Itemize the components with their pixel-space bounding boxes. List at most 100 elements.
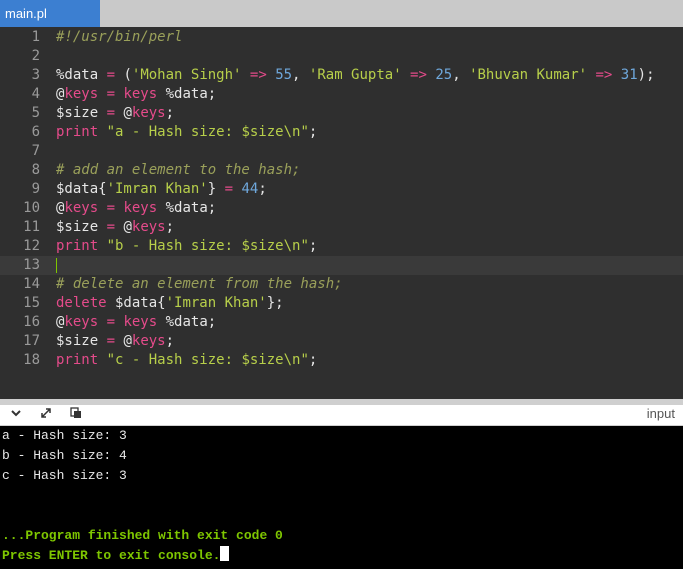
code-line[interactable]: 8 # add an element to the hash; — [0, 161, 683, 180]
code-token: $data{ — [56, 181, 107, 197]
code-token: 'Bhuvan Kumar' — [469, 67, 588, 83]
code-line[interactable]: 10 @keys = keys %data; — [0, 199, 683, 218]
code-token: , — [452, 67, 470, 83]
code-token: 'Ram Gupta' — [308, 67, 402, 83]
code-line[interactable]: 15 delete $data{'Imran Khan'}; — [0, 294, 683, 313]
code-token: @ — [123, 333, 132, 349]
code-token: print — [56, 238, 99, 254]
code-line[interactable]: 1 #!/usr/bin/perl — [0, 28, 683, 47]
code-token: keys — [123, 314, 158, 330]
code-line[interactable]: 4 @keys = keys %data; — [0, 85, 683, 104]
code-line[interactable]: 13 — [0, 256, 683, 275]
code-text: # delete an element from the hash; — [56, 275, 343, 294]
line-number: 12 — [23, 238, 40, 254]
code-line[interactable]: 14 # delete an element from the hash; — [0, 275, 683, 294]
code-text: print "b - Hash size: $size\n"; — [56, 237, 317, 256]
input-label[interactable]: input — [647, 406, 675, 421]
code-line[interactable]: 18 print "c - Hash size: $size\n"; — [0, 351, 683, 370]
code-text: @keys = keys %data; — [56, 85, 216, 104]
code-token: 31 — [620, 67, 638, 83]
code-token: ; — [165, 219, 175, 235]
tab-bar: main.pl — [0, 0, 683, 28]
code-token: %data; — [157, 86, 217, 102]
code-token: @ — [123, 105, 132, 121]
code-token: $size — [56, 333, 99, 349]
code-token: %data; — [157, 314, 217, 330]
code-token: $size — [56, 105, 99, 121]
code-token: , — [292, 67, 309, 83]
code-token: $size — [56, 219, 99, 235]
code-line[interactable]: 16 @keys = keys %data; — [0, 313, 683, 332]
code-token: }; — [266, 295, 284, 311]
code-token: keys — [123, 200, 158, 216]
code-line[interactable]: 17 $size = @keys; — [0, 332, 683, 351]
code-text: $size = @keys; — [56, 218, 174, 237]
exit-prompt: Press ENTER to exit console. — [2, 546, 230, 566]
code-token: 'Mohan Singh' — [131, 67, 242, 83]
code-token: keys — [64, 86, 99, 102]
line-number: 10 — [23, 200, 40, 216]
code-token: keys — [123, 86, 158, 102]
tab-main-pl[interactable]: main.pl — [0, 0, 100, 27]
code-line[interactable]: 2 — [0, 47, 683, 66]
code-token: => — [241, 67, 276, 83]
code-token: = — [98, 67, 124, 83]
code-token: 25 — [435, 67, 453, 83]
code-token: = — [98, 86, 124, 102]
code-token: "a - Hash size: $size\n" — [106, 124, 309, 140]
code-text: $size = @keys; — [56, 104, 174, 123]
expand-arrows-icon[interactable] — [38, 407, 54, 423]
code-token: ; — [165, 105, 175, 121]
code-token: %data; — [157, 200, 217, 216]
code-line[interactable]: 12 print "b - Hash size: $size\n"; — [0, 237, 683, 256]
code-line[interactable]: 9 $data{'Imran Khan'} = 44; — [0, 180, 683, 199]
line-number: 5 — [31, 105, 40, 121]
chevron-down-icon[interactable] — [8, 407, 24, 423]
code-token: ; — [308, 124, 318, 140]
line-number: 4 — [31, 86, 40, 102]
code-text: $data{'Imran Khan'} = 44; — [56, 180, 267, 199]
code-line[interactable]: 6 print "a - Hash size: $size\n"; — [0, 123, 683, 142]
code-token: ); — [637, 67, 655, 83]
code-token: $data{ — [106, 295, 166, 311]
code-token: print — [56, 352, 99, 368]
code-token: } — [207, 181, 217, 197]
code-text: @keys = keys %data; — [56, 199, 216, 218]
console-output-line: c - Hash size: 3 — [2, 468, 127, 483]
console-toolbar: input — [0, 405, 683, 426]
code-line[interactable]: 3 %data = ('Mohan Singh' => 55, 'Ram Gupt… — [0, 66, 683, 85]
console-output[interactable]: ...Program finished with exit code 0 Pre… — [0, 426, 683, 569]
copy-icon[interactable] — [68, 407, 84, 423]
line-number: 16 — [23, 314, 40, 330]
code-text: @keys = keys %data; — [56, 313, 216, 332]
code-token: keys — [64, 200, 99, 216]
code-text: # add an element to the hash; — [56, 161, 300, 180]
code-text: #!/usr/bin/perl — [56, 28, 182, 47]
code-token: @ — [123, 219, 132, 235]
line-number: 15 — [23, 295, 40, 311]
code-token: ; — [308, 238, 318, 254]
code-token: ( — [123, 67, 132, 83]
line-number: 3 — [31, 67, 40, 83]
code-token: #!/usr/bin/perl — [56, 29, 183, 45]
code-line[interactable]: 5 $size = @keys; — [0, 104, 683, 123]
code-token: = — [98, 105, 124, 121]
code-token: = — [98, 333, 124, 349]
exit-prompt-text: Press ENTER to exit console. — [2, 548, 221, 563]
code-line[interactable]: 11 $size = @keys; — [0, 218, 683, 237]
code-line[interactable]: 7 — [0, 142, 683, 161]
code-editor[interactable]: 1 #!/usr/bin/perl 2 3 %data = ('Mohan Singh'… — [0, 27, 683, 399]
code-token: keys — [64, 314, 99, 330]
code-text: print "c - Hash size: $size\n"; — [56, 351, 317, 370]
line-number: 9 — [31, 181, 40, 197]
program-finished-message: ...Program finished with exit code 0 — [2, 528, 283, 543]
line-number: 13 — [23, 257, 40, 273]
line-number: 14 — [23, 276, 40, 292]
code-text: print "a - Hash size: $size\n"; — [56, 123, 317, 142]
code-token: print — [56, 124, 99, 140]
line-number: 8 — [31, 162, 40, 178]
code-token: ; — [258, 181, 267, 197]
